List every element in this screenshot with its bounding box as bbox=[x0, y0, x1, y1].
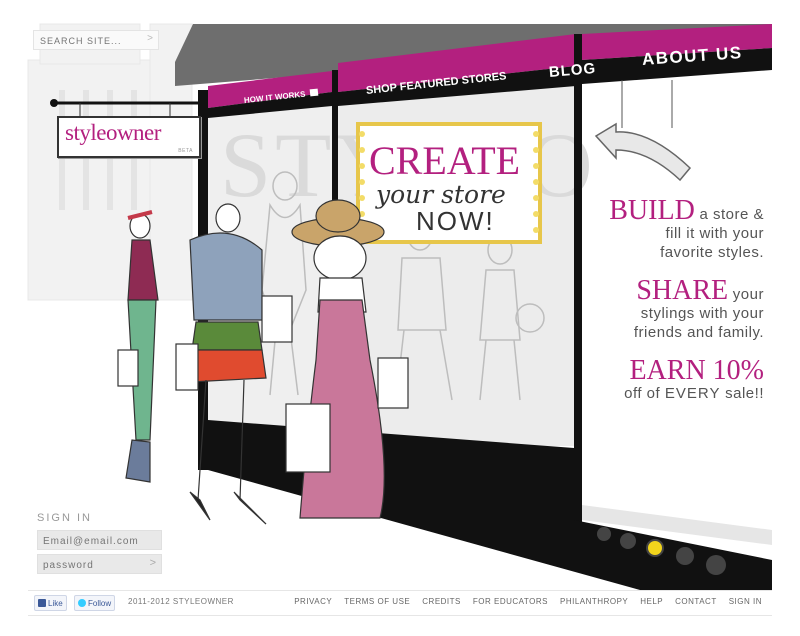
window-sign-line2: your store bbox=[375, 180, 506, 209]
email-field-wrap bbox=[37, 530, 162, 551]
logo-beta: BETA bbox=[178, 148, 193, 154]
promo-earn-word: EARN 10% bbox=[629, 355, 764, 386]
twitter-follow-button[interactable]: Follow bbox=[74, 595, 116, 611]
facebook-thumb-icon bbox=[38, 599, 46, 607]
promo-build: BUILD a store & fill it with your favori… bbox=[609, 197, 764, 262]
search-input[interactable] bbox=[34, 33, 136, 49]
copyright: 2011-2012 STYLEOWNER bbox=[128, 597, 234, 606]
promo-earn-rest-a: off of bbox=[624, 385, 665, 402]
promo-share-rest-3: friends and family. bbox=[633, 324, 764, 341]
promo-share-word: SHARE bbox=[636, 275, 729, 306]
how-it-works-icon bbox=[309, 88, 319, 97]
footer: Like Follow 2011-2012 STYLEOWNER PRIVACY… bbox=[28, 590, 772, 616]
logo-text: styleowner bbox=[65, 120, 161, 146]
footer-link-privacy[interactable]: PRIVACY bbox=[294, 597, 332, 606]
promo-share: SHARE your stylings with your friends an… bbox=[633, 277, 764, 342]
carousel-dot-5[interactable] bbox=[706, 555, 726, 575]
footer-link-sign-in[interactable]: SIGN IN bbox=[729, 597, 762, 606]
logo-sign[interactable]: styleowner BETA bbox=[57, 116, 201, 158]
password-field[interactable] bbox=[38, 556, 143, 575]
sign-bracket-knob bbox=[50, 99, 58, 107]
promo-earn: EARN 10% off of EVERY sale!! bbox=[624, 357, 764, 403]
footer-link-philanthropy[interactable]: PHILANTHROPY bbox=[560, 597, 628, 606]
promo-build-word: BUILD bbox=[609, 195, 695, 226]
promo-build-rest-2: fill it with your bbox=[665, 225, 764, 242]
email-field[interactable] bbox=[38, 532, 143, 551]
promo-earn-rest-c: sale!! bbox=[720, 385, 764, 402]
window-sign-line3: NOW! bbox=[416, 206, 495, 236]
footer-link-contact[interactable]: CONTACT bbox=[675, 597, 717, 606]
promo-earn-every: EVERY bbox=[664, 385, 721, 402]
signin-submit-icon[interactable]: > bbox=[150, 557, 156, 569]
carousel-dot-1[interactable] bbox=[597, 527, 611, 541]
footer-link-educators[interactable]: FOR EDUCATORS bbox=[473, 597, 548, 606]
follow-label: Follow bbox=[88, 598, 112, 608]
carousel-dot-2[interactable] bbox=[620, 533, 636, 549]
logo-brand: styleowner bbox=[65, 120, 161, 145]
carousel-dot-3[interactable] bbox=[646, 539, 664, 557]
password-field-wrap: > bbox=[37, 554, 162, 575]
promo-build-rest-3: favorite styles. bbox=[660, 244, 764, 261]
twitter-bird-icon bbox=[78, 599, 86, 607]
search-box: > bbox=[33, 30, 159, 50]
carousel-dot-4[interactable] bbox=[676, 547, 694, 565]
signin-title: SIGN IN bbox=[37, 512, 92, 524]
footer-link-terms[interactable]: TERMS OF USE bbox=[344, 597, 410, 606]
window-sign-line1: CREATE bbox=[369, 138, 520, 183]
promo-build-rest-1: a store & bbox=[694, 206, 764, 223]
footer-link-help[interactable]: HELP bbox=[640, 597, 663, 606]
facebook-like-button[interactable]: Like bbox=[34, 595, 67, 611]
search-go-icon[interactable]: > bbox=[147, 33, 153, 44]
like-label: Like bbox=[48, 598, 63, 608]
promo-share-rest-2: stylings with your bbox=[640, 305, 764, 322]
footer-link-credits[interactable]: CREDITS bbox=[422, 597, 461, 606]
pillar-right bbox=[574, 34, 582, 524]
promo-share-rest-1: your bbox=[728, 286, 764, 303]
footer-links: PRIVACY TERMS OF USE CREDITS FOR EDUCATO… bbox=[294, 597, 762, 606]
